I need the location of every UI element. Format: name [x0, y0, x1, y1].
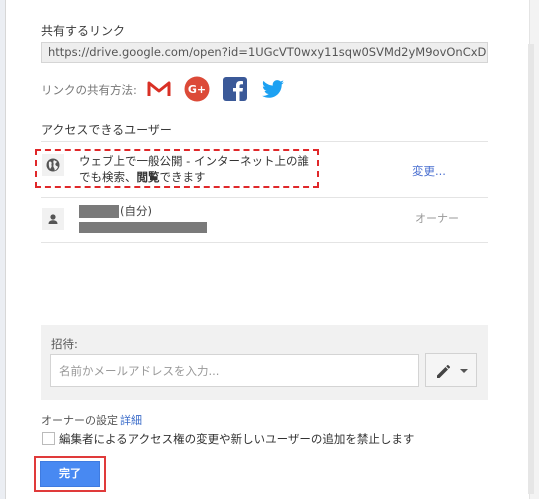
chevron-down-icon	[460, 369, 468, 373]
share-via-label: リンクの共有方法:	[41, 83, 137, 97]
public-permission-text: ウェブ上で一般公開 - インターネット上の誰 でも検索、閲覧できます	[79, 153, 319, 185]
owner-email-redacted	[79, 222, 207, 233]
share-link-url-field[interactable]: https://drive.google.com/open?id=1UGcVT0…	[41, 42, 488, 63]
owner-role-label: オーナー	[415, 212, 459, 225]
public-permission-line2-bold: 閲覧	[136, 170, 160, 184]
divider	[41, 197, 488, 198]
done-button[interactable]: 完了	[40, 461, 100, 487]
share-link-title: 共有するリンク	[41, 24, 126, 38]
prevent-editors-label: 編集者によるアクセス権の変更や新しいユーザーの追加を禁止します	[59, 432, 415, 446]
public-permission-line2-suffix: できます	[159, 170, 206, 184]
facebook-icon[interactable]	[222, 76, 248, 102]
svg-text:G+: G+	[188, 83, 206, 96]
details-link[interactable]: 詳細	[120, 412, 142, 428]
invite-label: 招待:	[51, 337, 78, 351]
edit-permission-dropdown[interactable]	[425, 353, 477, 387]
owner-name-redacted	[79, 205, 119, 218]
invite-input[interactable]	[50, 354, 419, 387]
owner-settings-label: オーナーの設定	[41, 414, 118, 427]
person-icon	[42, 208, 64, 230]
prevent-editors-checkbox[interactable]	[42, 432, 55, 445]
scrollbar[interactable]	[528, 44, 534, 494]
left-window-border	[5, 0, 6, 499]
public-permission-line1: ウェブ上で一般公開 - インターネット上の誰	[79, 154, 309, 168]
change-permission-link[interactable]: 変更...	[412, 163, 446, 179]
google-plus-icon[interactable]: G+	[184, 76, 210, 102]
public-permission-line2-prefix: でも検索、	[79, 170, 137, 184]
twitter-icon[interactable]	[260, 76, 286, 102]
pencil-icon	[437, 364, 451, 378]
divider	[41, 242, 488, 243]
divider	[41, 141, 488, 142]
access-users-title: アクセスできるユーザー	[41, 123, 172, 137]
gmail-icon[interactable]	[146, 76, 172, 102]
owner-self-label: (自分)	[120, 204, 152, 218]
